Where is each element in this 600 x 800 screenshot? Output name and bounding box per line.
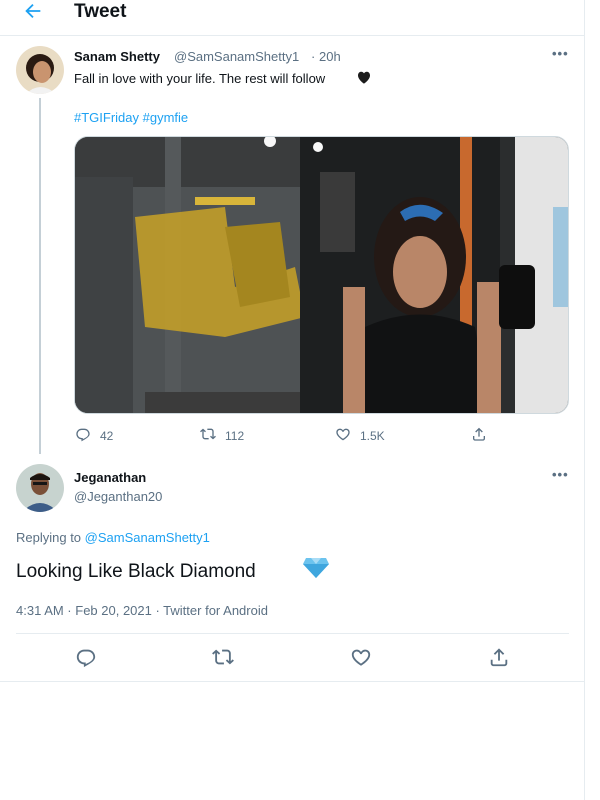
share-button[interactable] xyxy=(471,426,487,445)
reply-author-handle[interactable]: @Jeganthan20 xyxy=(74,489,162,504)
reply-button[interactable]: 42 xyxy=(75,426,113,445)
black-heart-emoji xyxy=(355,68,373,86)
like-action-icon[interactable] xyxy=(350,646,372,668)
tweet-time[interactable]: 20h xyxy=(319,49,341,64)
share-action-icon[interactable] xyxy=(488,646,510,668)
tweet-text: Fall in love with your life. The rest wi… xyxy=(74,71,326,86)
like-button[interactable]: 1.5K xyxy=(335,426,385,445)
more-icon[interactable]: ••• xyxy=(552,46,569,61)
diamond-emoji xyxy=(302,556,330,580)
reply-timestamp[interactable]: 4:31 AM · Feb 20, 2021 · Twitter for And… xyxy=(16,603,268,618)
tweet-page: Tweet Sanam Shetty @SamSanamShetty1 · 20… xyxy=(0,0,585,800)
retweet-action-icon[interactable] xyxy=(212,646,234,668)
retweet-count: 112 xyxy=(225,428,245,443)
replying-to-handle[interactable]: @SamSanamShetty1 xyxy=(85,530,210,545)
avatar[interactable] xyxy=(16,46,64,94)
reply-author-name[interactable]: Jeganathan xyxy=(74,470,146,485)
retweet-button[interactable]: 112 xyxy=(200,426,244,445)
author-handle[interactable]: @SamSanamShetty1 xyxy=(174,49,299,64)
thread-line xyxy=(39,98,41,454)
page-header: Tweet xyxy=(0,0,585,36)
replying-to-label: Replying to xyxy=(16,530,82,545)
tweet-photo[interactable] xyxy=(74,136,569,414)
reply-more-icon[interactable]: ••• xyxy=(552,467,569,482)
hashtags[interactable]: #TGIFriday #gymfie xyxy=(74,110,188,125)
arrow-left-icon[interactable] xyxy=(22,0,44,22)
reply-avatar[interactable] xyxy=(16,464,64,512)
like-count: 1.5K xyxy=(360,428,385,443)
reply-count: 42 xyxy=(100,428,114,443)
retweet-icon xyxy=(200,426,216,445)
reply-icon xyxy=(75,426,91,445)
separator-dot: · xyxy=(311,49,316,64)
reply-text: Looking Like Black Diamond xyxy=(16,561,256,582)
divider xyxy=(16,633,569,634)
author-name[interactable]: Sanam Shetty xyxy=(74,49,160,64)
share-icon xyxy=(471,426,487,445)
replying-to: Replying to @SamSanamShetty1 xyxy=(16,530,210,545)
reply-action-icon[interactable] xyxy=(75,646,97,668)
like-icon xyxy=(335,426,351,445)
bottom-divider xyxy=(0,681,585,682)
page-title: Tweet xyxy=(74,1,127,22)
